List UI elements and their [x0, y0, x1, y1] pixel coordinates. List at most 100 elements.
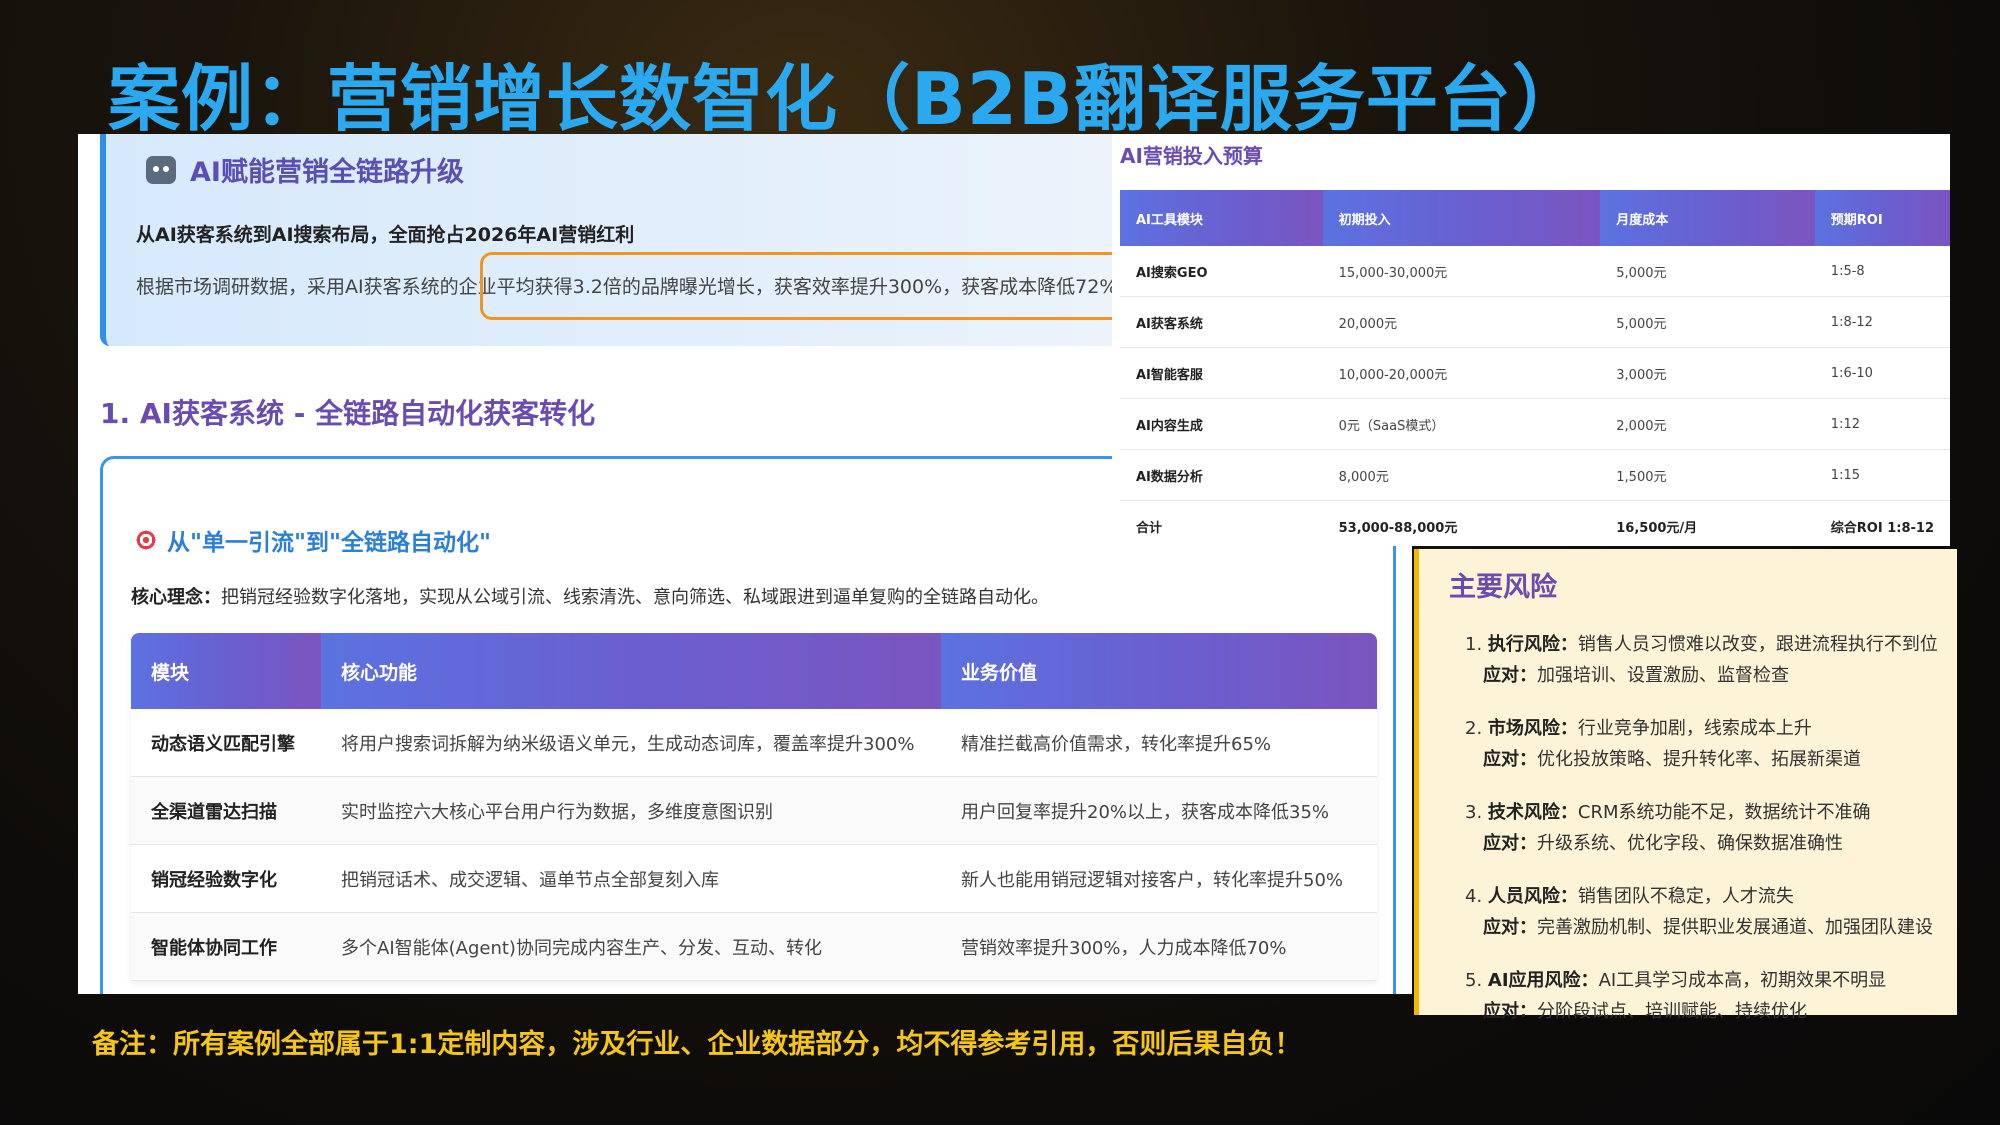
risk-line: 3. 技术风险：CRM系统功能不足，数据统计不准确 [1465, 797, 1938, 828]
risk-line: 2. 市场风险：行业竞争加剧，线索成本上升 [1465, 713, 1938, 744]
table-cell: 多个AI智能体(Agent)协同完成内容生产、分发、互动、转化 [321, 912, 941, 981]
list-item: 3. 技术风险：CRM系统功能不足，数据统计不准确 应对：升级系统、优化字段、确… [1465, 797, 1938, 859]
section1-title: 1. AI获客系统 - 全链路自动化获客转化 [100, 397, 596, 430]
table-row: 销冠经验数字化 把销冠话术、成交逻辑、逼单节点全部复刻入库 新人也能用销冠逻辑对… [131, 844, 1377, 913]
response-text: 加强培训、设置激励、监督检查 [1537, 665, 1789, 686]
table-cell: 营销效率提升300%，人力成本降低70% [941, 912, 1377, 981]
budget-table: AI工具模块 初期投入 月度成本 预期ROI AI搜索GEO 15,000-30… [1120, 190, 1950, 546]
risk-number: 5. [1465, 970, 1483, 991]
table-cell: 3,000元 [1600, 347, 1815, 399]
table-cell: 合计 [1120, 500, 1323, 546]
column-header: AI工具模块 [1120, 190, 1323, 246]
budget-panel: AI营销投入预算 AI工具模块 初期投入 月度成本 预期ROI AI搜索GEO … [1112, 134, 1950, 546]
budget-table-header: AI工具模块 初期投入 月度成本 预期ROI [1120, 190, 1950, 246]
table-cell: AI智能客服 [1120, 347, 1323, 399]
table-row: AI搜索GEO 15,000-30,000元 5,000元 1:5-8 [1120, 246, 1950, 297]
list-item: 1. 执行风险：销售人员习惯难以改变，跟进流程执行不到位 应对：加强培训、设置激… [1465, 629, 1938, 691]
module-table: 模块 核心功能 业务价值 动态语义匹配引擎 将用户搜索词拆解为纳米级语义单元，生… [131, 633, 1377, 981]
table-cell: 1:8-12 [1814, 296, 1950, 348]
list-item: 4. 人员风险：销售团队不稳定，人才流失 应对：完善激励机制、提供职业发展通道、… [1465, 881, 1938, 943]
table-row: 全渠道雷达扫描 实时监控六大核心平台用户行为数据，多维度意图识别 用户回复率提升… [131, 776, 1377, 845]
table-cell: 16,500元/月 [1600, 500, 1815, 546]
total-row: 合计 53,000-88,000元 16,500元/月 综合ROI 1:8-12 [1120, 500, 1950, 546]
core-concept: 核心理念：把销冠经验数字化落地，实现从公域引流、线索清洗、意向筛选、私域跟进到逼… [131, 583, 1049, 609]
table-cell: 10,000-20,000元 [1322, 347, 1601, 399]
inner-heading: 从"单一引流"到"全链路自动化" [135, 523, 491, 557]
risk-label: 执行风险： [1487, 634, 1578, 655]
table-cell: 智能体协同工作 [131, 912, 321, 981]
column-header: 预期ROI [1814, 190, 1950, 246]
risk-text: 销售团队不稳定，人才流失 [1577, 886, 1794, 907]
table-cell: AI内容生成 [1120, 398, 1323, 450]
column-header: 初期投入 [1322, 190, 1601, 246]
table-cell: 8,000元 [1322, 449, 1601, 501]
table-row: AI内容生成 0元（SaaS模式） 2,000元 1:12 [1120, 398, 1950, 450]
table-cell: 全渠道雷达扫描 [131, 776, 321, 845]
risk-line: 5. AI应用风险：AI工具学习成本高，初期效果不明显 [1465, 965, 1938, 996]
table-cell: AI搜索GEO [1120, 246, 1323, 297]
response-line: 应对：升级系统、优化字段、确保数据准确性 [1465, 828, 1938, 859]
response-text: 完善激励机制、提供职业发展通道、加强团队建设 [1537, 917, 1933, 938]
risk-line: 4. 人员风险：销售团队不稳定，人才流失 [1465, 881, 1938, 912]
module-table-header: 模块 核心功能 业务价值 [131, 633, 1377, 709]
disclaimer-footnote: 备注：所有案例全部属于1:1定制内容，涉及行业、企业数据部分，均不得参考引用，否… [92, 1029, 1302, 1060]
risk-label: 技术风险： [1487, 802, 1578, 823]
ai-empowerment-card: AI赋能营销全链路升级 从AI获客系统到AI搜索布局，全面抢占2026年AI营销… [100, 134, 1196, 346]
target-icon [135, 529, 157, 551]
budget-title: AI营销投入预算 [1120, 144, 1263, 168]
core-concept-label: 核心理念： [131, 587, 221, 608]
table-cell: 将用户搜索词拆解为纳米级语义单元，生成动态词库，覆盖率提升300% [321, 709, 941, 777]
list-item: 2. 市场风险：行业竞争加剧，线索成本上升 应对：优化投放策略、提升转化率、拓展… [1465, 713, 1938, 775]
table-cell: 2,000元 [1600, 398, 1815, 450]
page-title: 案例：营销增长数智化（B2B翻译服务平台） [108, 57, 1585, 141]
ai-card-title-text: AI赋能营销全链路升级 [190, 157, 464, 188]
risk-text: CRM系统功能不足，数据统计不准确 [1577, 802, 1871, 823]
table-row: 智能体协同工作 多个AI智能体(Agent)协同完成内容生产、分发、互动、转化 … [131, 912, 1377, 981]
risk-number: 2. [1465, 718, 1483, 739]
highlight-box [480, 252, 1146, 320]
risk-text: 行业竞争加剧，线索成本上升 [1577, 718, 1812, 739]
response-label: 应对： [1483, 665, 1537, 686]
risk-label: 市场风险： [1487, 718, 1578, 739]
table-row: AI数据分析 8,000元 1,500元 1:15 [1120, 449, 1950, 501]
table-cell: 实时监控六大核心平台用户行为数据，多维度意图识别 [321, 776, 941, 845]
response-text: 升级系统、优化字段、确保数据准确性 [1537, 833, 1843, 854]
table-cell: 新人也能用销冠逻辑对接客户，转化率提升50% [941, 844, 1377, 913]
table-row: AI智能客服 10,000-20,000元 3,000元 1:6-10 [1120, 347, 1950, 399]
table-cell: 1,500元 [1600, 449, 1815, 501]
response-label: 应对： [1483, 833, 1537, 854]
column-header: 核心功能 [321, 633, 941, 709]
inner-heading-text: 从"单一引流"到"全链路自动化" [167, 530, 491, 556]
table-cell: 动态语义匹配引擎 [131, 709, 321, 777]
table-cell: AI数据分析 [1120, 449, 1323, 501]
table-cell: 0元（SaaS模式） [1322, 398, 1601, 450]
column-header: 模块 [131, 633, 321, 709]
risk-number: 4. [1465, 886, 1483, 907]
table-cell: 5,000元 [1600, 246, 1815, 297]
risk-panel: 主要风险 1. 执行风险：销售人员习惯难以改变，跟进流程执行不到位 应对：加强培… [1414, 549, 1957, 1022]
response-text: 分阶段试点、培训赋能、持续优化 [1537, 1001, 1807, 1022]
table-cell: 用户回复率提升20%以上，获客成本降低35% [941, 776, 1377, 845]
response-line: 应对：分阶段试点、培训赋能、持续优化 [1465, 996, 1938, 1027]
table-cell: AI获客系统 [1120, 296, 1323, 348]
table-cell: 把销冠话术、成交逻辑、逼单节点全部复刻入库 [321, 844, 941, 913]
table-cell: 1:6-10 [1814, 347, 1950, 399]
table-cell: 53,000-88,000元 [1322, 500, 1601, 546]
column-header: 业务价值 [941, 633, 1377, 709]
table-cell: 15,000-30,000元 [1322, 246, 1601, 297]
list-item: 5. AI应用风险：AI工具学习成本高，初期效果不明显 应对：分阶段试点、培训赋… [1465, 965, 1938, 1027]
risk-text: AI工具学习成本高，初期效果不明显 [1598, 970, 1887, 991]
response-line: 应对：加强培训、设置激励、监督检查 [1465, 660, 1938, 691]
table-cell: 5,000元 [1600, 296, 1815, 348]
response-text: 优化投放策略、提升转化率、拓展新渠道 [1537, 749, 1861, 770]
risk-label: 人员风险： [1487, 886, 1578, 907]
table-cell: 1:5-8 [1814, 246, 1950, 297]
robot-icon [146, 155, 176, 184]
table-cell: 综合ROI 1:8-12 [1814, 500, 1950, 546]
response-line: 应对：完善激励机制、提供职业发展通道、加强团队建设 [1465, 912, 1938, 943]
column-header: 月度成本 [1600, 190, 1815, 246]
risk-line: 1. 执行风险：销售人员习惯难以改变，跟进流程执行不到位 [1465, 629, 1938, 660]
response-line: 应对：优化投放策略、提升转化率、拓展新渠道 [1465, 744, 1938, 775]
response-label: 应对： [1483, 1001, 1537, 1022]
table-cell: 1:12 [1814, 398, 1950, 450]
